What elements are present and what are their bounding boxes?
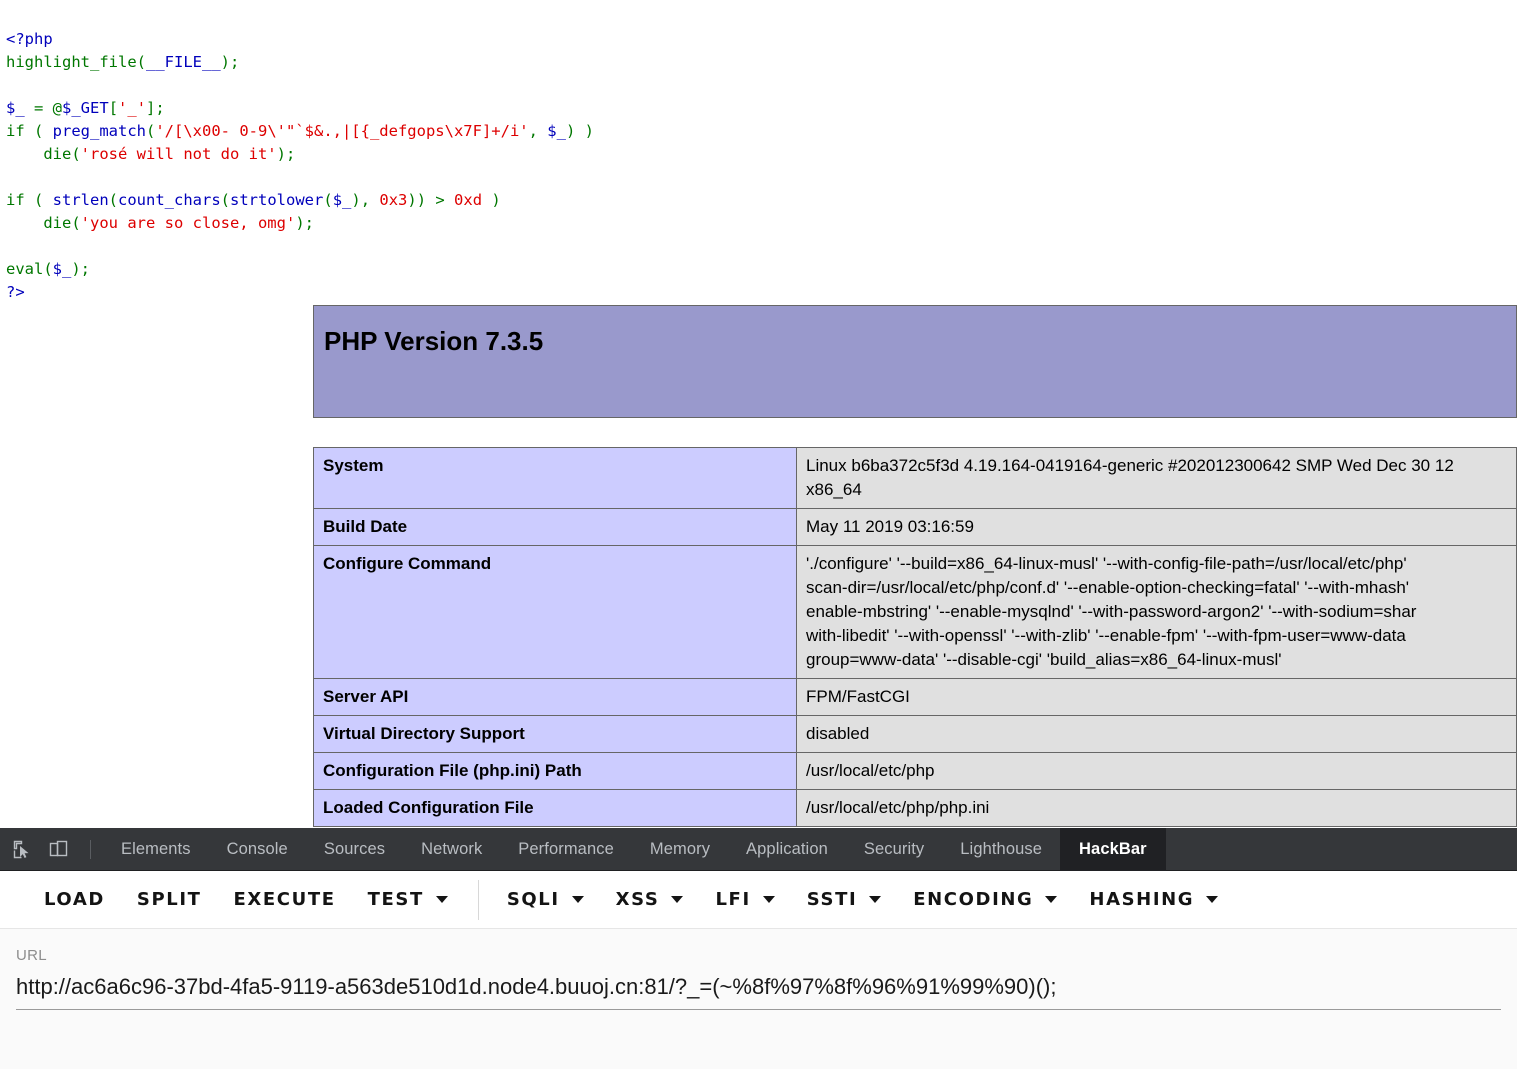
phpinfo-key-build-date: Build Date [313, 508, 797, 546]
php-source-code: <?php highlight_file(__FILE__); $_ = @$_… [6, 29, 594, 301]
phpinfo-key-server-api: Server API [313, 678, 797, 716]
tab-console[interactable]: Console [209, 828, 306, 871]
phpinfo-version-banner: PHP Version 7.3.5 [313, 305, 1517, 418]
hackbar-footer-area [0, 1029, 1517, 1069]
device-toolbar-icon[interactable] [40, 828, 76, 871]
phpinfo-table-body: System Linux b6ba372c5f3d 4.19.164-04191… [313, 447, 1517, 827]
phpinfo-value-build-date: May 11 2019 03:16:59 [796, 508, 1517, 546]
browser-page: <?php highlight_file(__FILE__); $_ = @$_… [0, 0, 1517, 1069]
encoding-menu-label: ENCODING [913, 889, 1034, 910]
toolbar-divider [90, 840, 91, 859]
phpinfo-value-configuration-file-path: /usr/local/etc/php [796, 752, 1517, 790]
split-button-label: SPLIT [136, 889, 202, 910]
table-row: Configure Command './configure' '--build… [313, 545, 1517, 679]
chevron-down-icon [1206, 896, 1219, 903]
hackbar-toolbar: LOAD SPLIT EXECUTE TEST SQLI XSS LFI SST… [0, 871, 1517, 929]
phpinfo-value-system: Linux b6ba372c5f3d 4.19.164-0419164-gene… [796, 447, 1517, 509]
table-row: Loaded Configuration File /usr/local/etc… [313, 789, 1517, 827]
lfi-menu-button[interactable]: LFI [699, 889, 790, 910]
toolbar-divider [477, 879, 479, 920]
chevron-down-icon [869, 896, 882, 903]
chevron-down-icon [671, 896, 684, 903]
phpinfo-value-loaded-configuration-file: /usr/local/etc/php/php.ini [796, 789, 1517, 827]
devtools-panel: Elements Console Sources Network Perform… [0, 828, 1517, 1069]
tab-application[interactable]: Application [728, 828, 846, 871]
sqli-menu-button[interactable]: SQLI [491, 889, 600, 910]
split-button[interactable]: SPLIT [121, 889, 218, 910]
encoding-menu-button[interactable]: ENCODING [897, 889, 1073, 910]
hackbar-url-section: URL http://ac6a6c96-37bd-4fa5-9119-a563d… [0, 929, 1517, 1029]
inspect-element-icon[interactable] [4, 828, 40, 871]
table-row: Configuration File (php.ini) Path /usr/l… [313, 752, 1517, 790]
tab-network[interactable]: Network [403, 828, 500, 871]
phpinfo-key-virtual-directory-support: Virtual Directory Support [313, 715, 797, 753]
phpinfo-key-loaded-configuration-file: Loaded Configuration File [313, 789, 797, 827]
load-button[interactable]: LOAD [28, 889, 121, 910]
chevron-down-icon [571, 896, 584, 903]
phpinfo-value-server-api: FPM/FastCGI [796, 678, 1517, 716]
phpinfo-section: PHP Version 7.3.5 [313, 305, 1517, 418]
lfi-menu-label: LFI [715, 889, 751, 910]
php-open-tag: <?php [6, 29, 53, 48]
execute-button[interactable]: EXECUTE [218, 889, 352, 910]
phpinfo-value-virtual-directory-support: disabled [796, 715, 1517, 753]
chevron-down-icon [435, 896, 448, 903]
tab-lighthouse[interactable]: Lighthouse [942, 828, 1060, 871]
test-menu-button[interactable]: TEST [352, 889, 464, 910]
ssti-menu-button[interactable]: SSTI [791, 889, 898, 910]
chevron-down-icon [762, 896, 775, 903]
sqli-menu-label: SQLI [506, 889, 560, 910]
tab-elements[interactable]: Elements [103, 828, 209, 871]
tab-memory[interactable]: Memory [632, 828, 728, 871]
hashing-menu-label: HASHING [1089, 889, 1195, 910]
xss-menu-label: XSS [615, 889, 660, 910]
url-input[interactable]: http://ac6a6c96-37bd-4fa5-9119-a563de510… [16, 973, 1501, 1010]
tab-security[interactable]: Security [846, 828, 942, 871]
ssti-menu-label: SSTI [806, 889, 858, 910]
phpinfo-key-configuration-file-path: Configuration File (php.ini) Path [313, 752, 797, 790]
xss-menu-button[interactable]: XSS [600, 889, 700, 910]
tab-hackbar[interactable]: HackBar [1060, 828, 1166, 871]
execute-button-label: EXECUTE [233, 889, 336, 910]
table-row: Build Date May 11 2019 03:16:59 [313, 508, 1517, 546]
table-row: Server API FPM/FastCGI [313, 678, 1517, 716]
table-row: Virtual Directory Support disabled [313, 715, 1517, 753]
table-row: System Linux b6ba372c5f3d 4.19.164-04191… [313, 447, 1517, 509]
url-field-label: URL [16, 947, 47, 964]
php-line-highlight-file: highlight_file [6, 52, 137, 71]
chevron-down-icon [1045, 896, 1058, 903]
tab-performance[interactable]: Performance [500, 828, 632, 871]
phpinfo-key-configure-command: Configure Command [313, 545, 797, 679]
phpinfo-table: System Linux b6ba372c5f3d 4.19.164-04191… [313, 447, 1517, 827]
test-menu-label: TEST [367, 889, 424, 910]
tab-sources[interactable]: Sources [306, 828, 403, 871]
load-button-label: LOAD [44, 889, 105, 910]
phpinfo-value-configure-command: './configure' '--build=x86_64-linux-musl… [796, 545, 1517, 679]
hashing-menu-button[interactable]: HASHING [1073, 889, 1234, 910]
phpinfo-key-system: System [313, 447, 797, 509]
devtools-tab-bar: Elements Console Sources Network Perform… [0, 828, 1517, 871]
